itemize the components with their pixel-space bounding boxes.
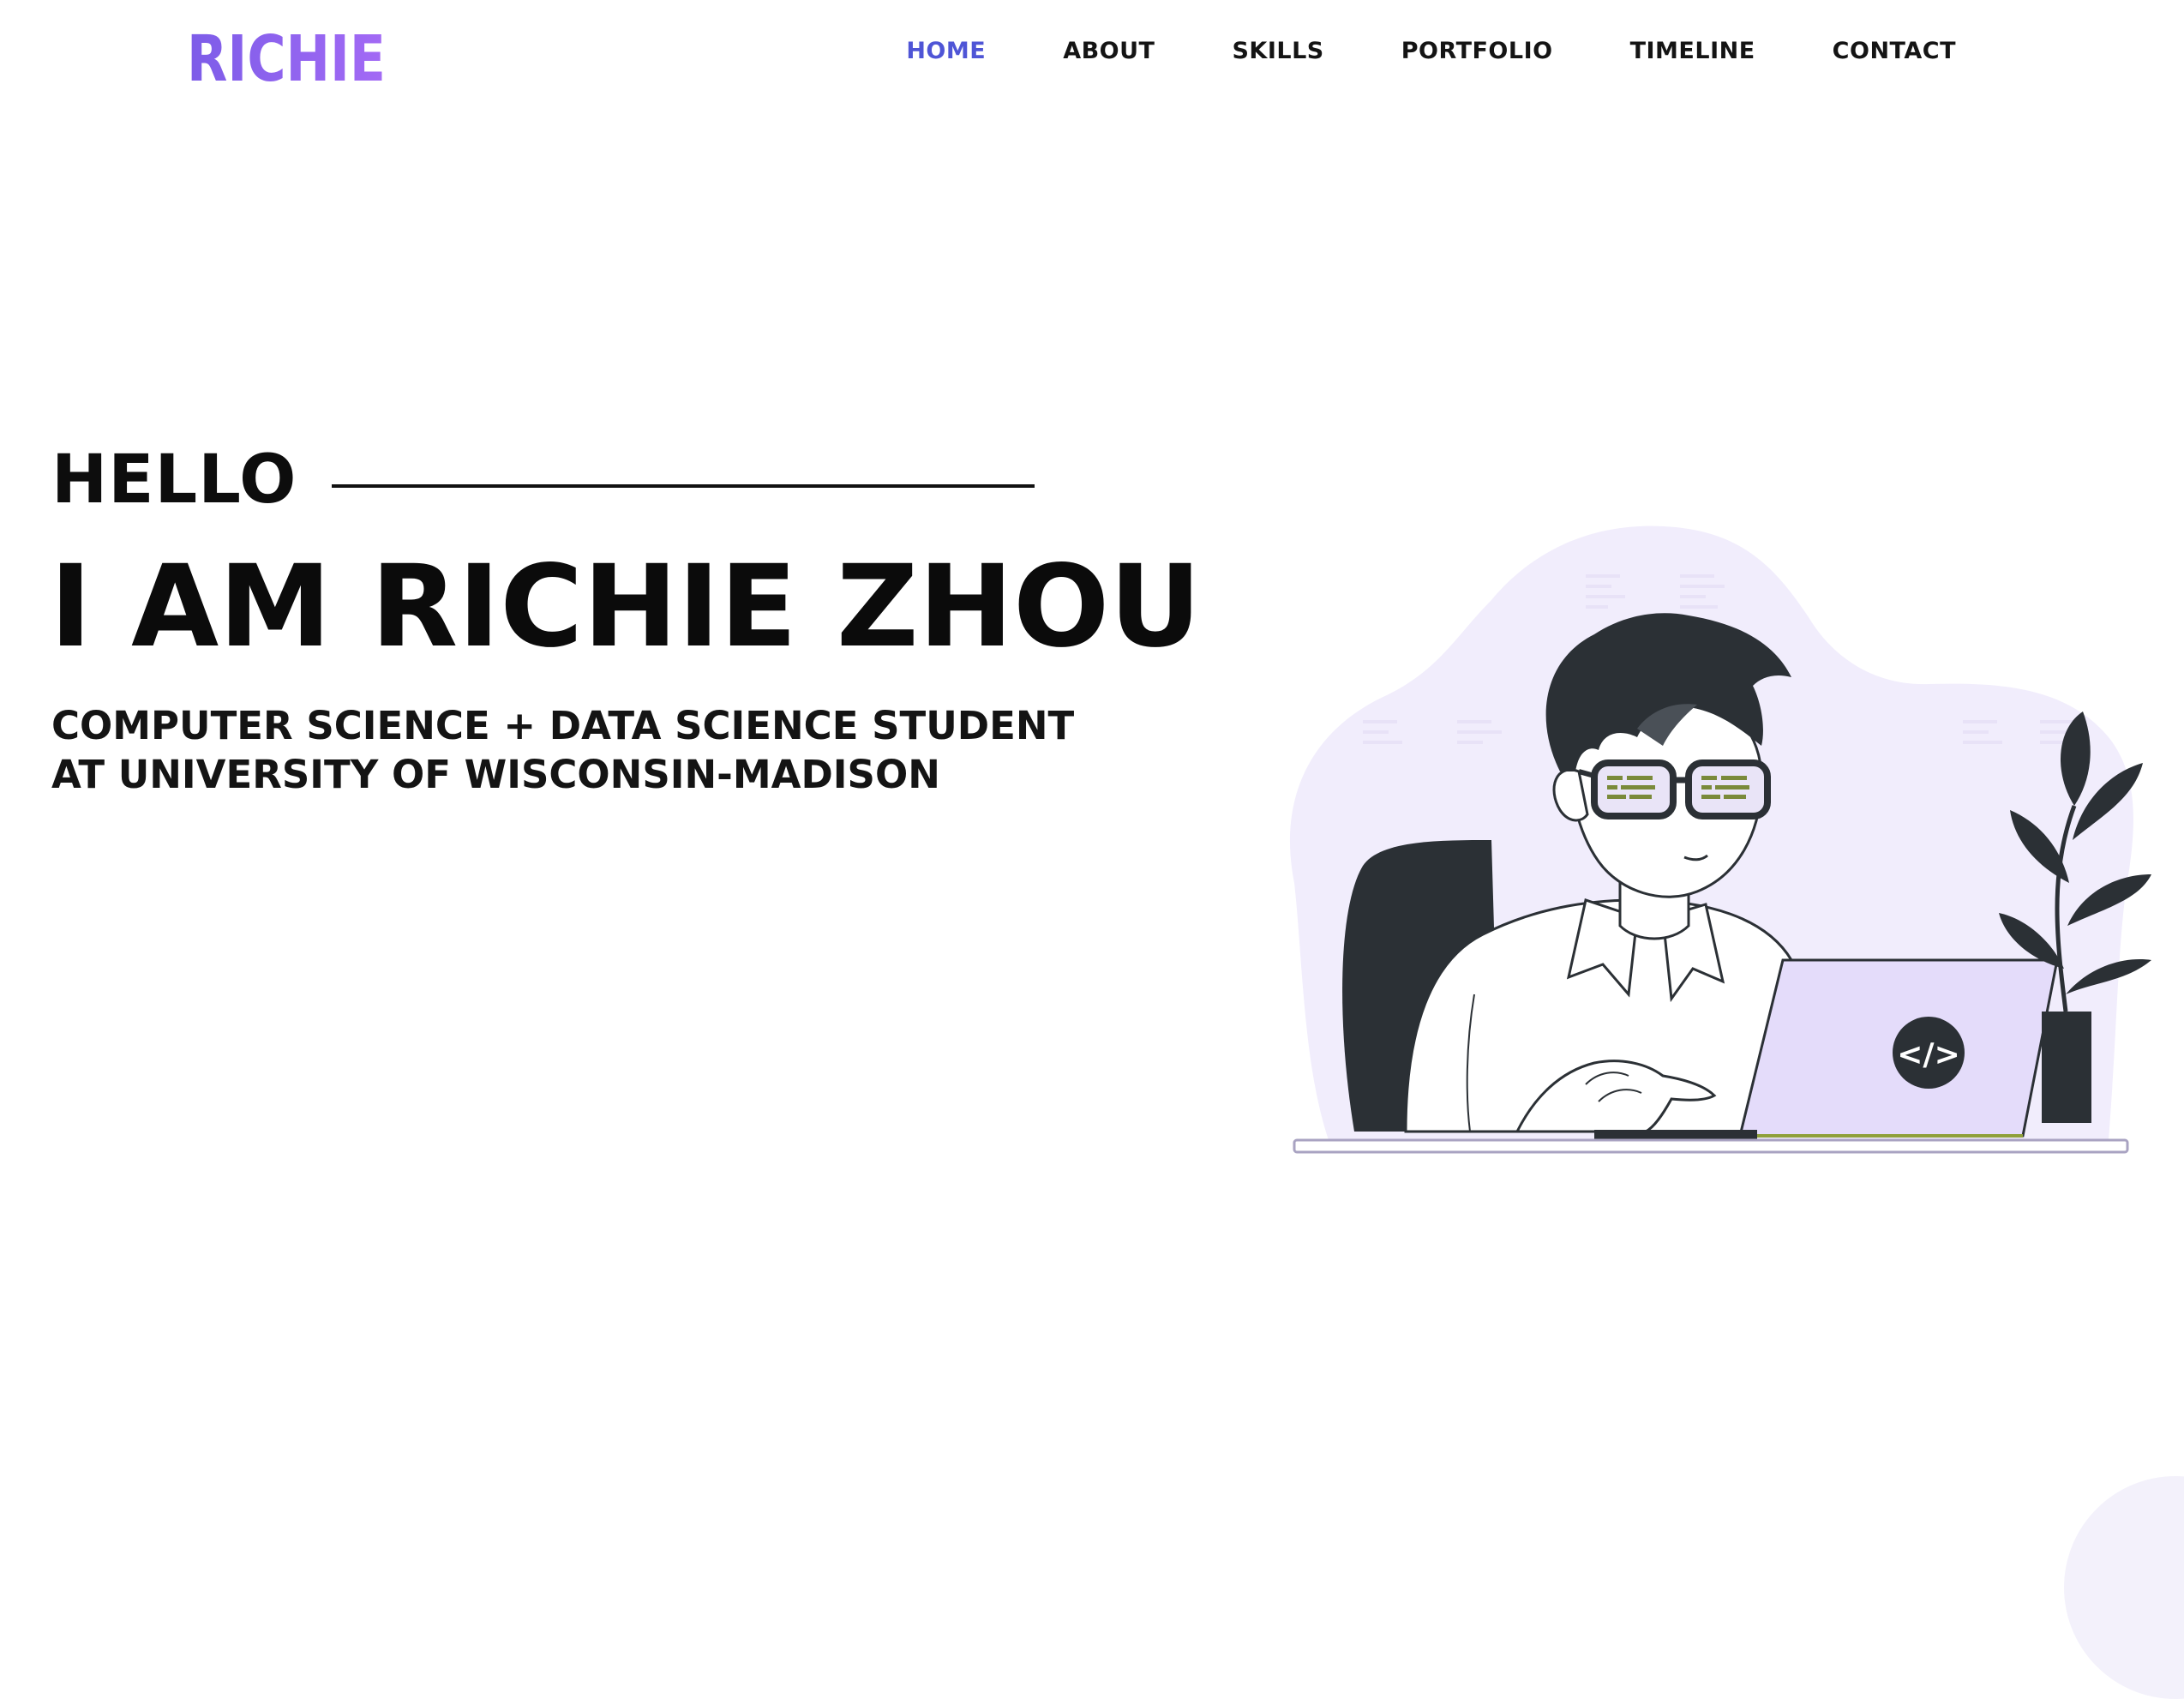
nav-timeline[interactable]: TIMELINE — [1630, 36, 1755, 67]
laptop-code-symbol: </> — [1897, 1037, 1959, 1072]
greeting-text: HELLO — [51, 441, 297, 519]
greeting-divider — [331, 484, 1035, 488]
hero-title: I AM RICHIE ZHOU — [50, 541, 1202, 673]
developer-at-laptop-image: </> — [1289, 525, 2151, 1154]
logo-mark: RICHIE — [187, 26, 386, 91]
hero-subtitle: COMPUTER SCIENCE + DATA SCIENCE STUDENT … — [51, 703, 1075, 797]
nav-skills[interactable]: SKILLS — [1232, 36, 1323, 67]
nav-home[interactable]: HOME — [906, 36, 986, 67]
corner-decoration — [2064, 1476, 2184, 1699]
nav-about[interactable]: ABOUT — [1063, 36, 1155, 67]
main-nav: HOME ABOUT SKILLS PORTFOLIO TIMELINE CON… — [906, 36, 1956, 67]
greeting-row: HELLO — [51, 439, 1035, 521]
nav-contact[interactable]: CONTACT — [1833, 36, 1956, 67]
logo-text: RICHIE — [187, 26, 386, 91]
developer-illustration: </> — [1260, 514, 2151, 1166]
nav-portfolio[interactable]: PORTFOLIO — [1401, 36, 1553, 67]
site-logo[interactable]: RICHIE — [187, 26, 389, 91]
